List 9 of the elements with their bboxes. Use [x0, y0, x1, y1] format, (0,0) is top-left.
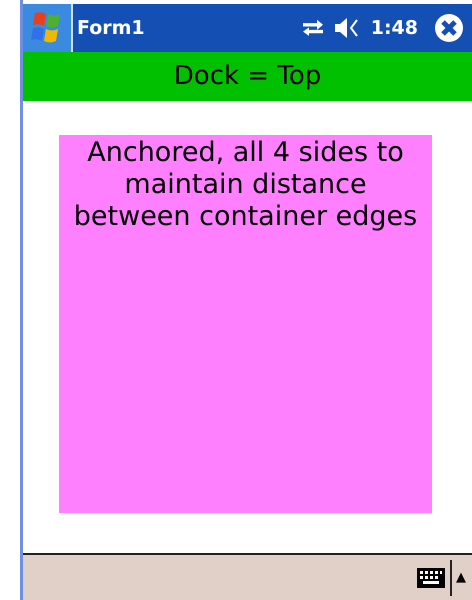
keyboard-icon	[416, 566, 446, 588]
input-menu-button[interactable]: ▲	[452, 568, 472, 588]
start-button[interactable]	[23, 4, 73, 52]
window-title: Form1	[77, 16, 145, 41]
connectivity-icon[interactable]	[300, 18, 325, 38]
panel-label: Anchored, all 4 sides to maintain distance between container edges	[72, 137, 418, 233]
panel-label: Dock = Top	[174, 60, 322, 93]
clock-text[interactable]: 1:48	[370, 14, 418, 42]
close-icon[interactable]	[434, 13, 464, 43]
